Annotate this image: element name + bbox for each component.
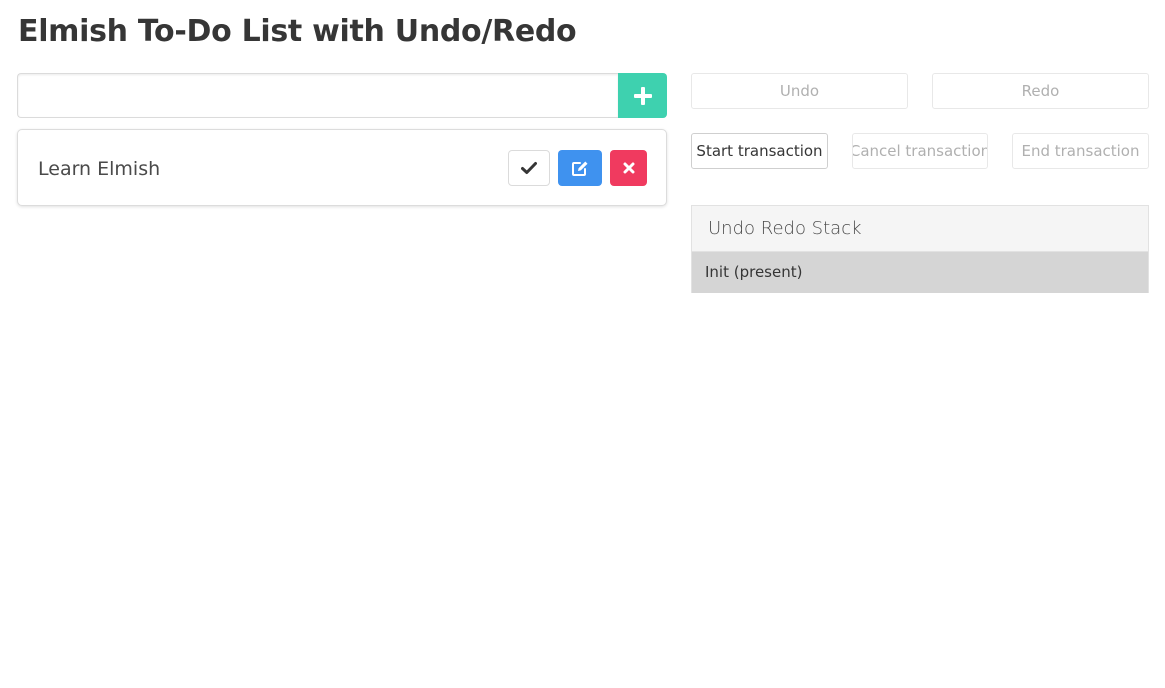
end-transaction-button[interactable]: End transaction: [1012, 133, 1149, 169]
edit-todo-button[interactable]: [558, 150, 602, 186]
undo-redo-stack-panel: Undo Redo Stack Init (present): [691, 205, 1149, 293]
stack-item-present[interactable]: Init (present): [692, 252, 1148, 293]
add-todo-button[interactable]: [618, 73, 667, 118]
edit-icon: [572, 161, 588, 176]
todo-actions: [508, 150, 647, 186]
close-icon: [623, 162, 634, 174]
stack-title: Undo Redo Stack: [692, 206, 1148, 252]
cancel-transaction-button[interactable]: Cancel transaction: [852, 133, 988, 169]
todo-input[interactable]: [17, 73, 618, 118]
page-title: Elmish To-Do List with Undo/Redo: [18, 14, 577, 49]
check-icon: [521, 162, 537, 174]
todo-card: Learn Elmish: [17, 129, 667, 206]
todo-field: [17, 73, 667, 118]
undo-button[interactable]: Undo: [691, 73, 908, 109]
plus-icon: [633, 86, 652, 105]
delete-todo-button[interactable]: [610, 150, 647, 186]
complete-todo-button[interactable]: [508, 150, 550, 186]
redo-button[interactable]: Redo: [932, 73, 1149, 109]
start-transaction-button[interactable]: Start transaction: [691, 133, 828, 169]
todo-text: Learn Elmish: [38, 158, 161, 180]
